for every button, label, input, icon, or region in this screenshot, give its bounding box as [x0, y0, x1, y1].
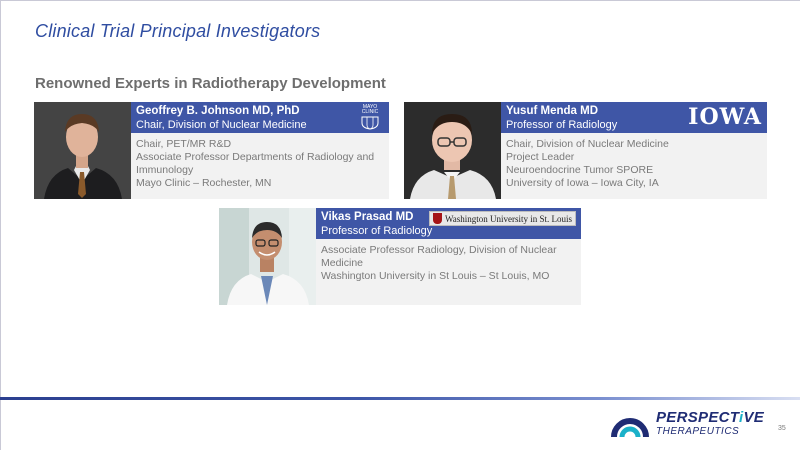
investigator-photo — [404, 102, 501, 199]
detail-line: Associate Professor Departments of Radio… — [136, 151, 375, 163]
brand-subtitle: THERAPEUTICS — [656, 426, 740, 437]
investigator-name: Geoffrey B. Johnson MD, PhD — [136, 105, 300, 117]
brand-name: PERSPECTiVE — [656, 409, 765, 426]
mayo-clinic-shield-icon — [361, 116, 379, 130]
investigator-card-menda: Yusuf Menda MD Professor of Radiology IO… — [404, 102, 767, 199]
washu-shield-icon — [432, 213, 442, 224]
washu-logo-text: Washington University in St. Louis — [444, 213, 572, 224]
investigator-header: Vikas Prasad MD Professor of Radiology W… — [316, 208, 581, 239]
footer-divider — [0, 397, 800, 400]
detail-line: Chair, PET/MR R&D — [136, 138, 232, 150]
detail-line: Medicine — [321, 257, 364, 269]
washington-university-logo: Washington University in St. Louis — [428, 211, 576, 226]
perspective-therapeutics-logo: PERSPECTiVE THERAPEUTICS — [610, 407, 780, 439]
investigator-details: Chair, Division of Nuclear Medicine Proj… — [501, 133, 767, 199]
investigator-card-prasad: Vikas Prasad MD Professor of Radiology W… — [219, 208, 581, 305]
investigator-photo — [34, 102, 131, 199]
detail-line: Associate Professor Radiology, Division … — [321, 244, 557, 256]
perspective-mark-icon — [611, 418, 649, 438]
investigator-header: Yusuf Menda MD Professor of Radiology IO… — [501, 102, 767, 133]
detail-line: University of Iowa – Iowa City, IA — [506, 177, 659, 189]
investigator-header: Geoffrey B. Johnson MD, PhD Chair, Divis… — [131, 102, 389, 133]
mayo-clinic-logo: MAYO CLINIC — [359, 105, 381, 132]
slide-subtitle: Renowned Experts in Radiotherapy Develop… — [35, 75, 386, 92]
detail-line: Mayo Clinic – Rochester, MN — [136, 177, 272, 189]
detail-line: Chair, Division of Nuclear Medicine — [506, 138, 669, 150]
investigator-card-johnson: Geoffrey B. Johnson MD, PhD Chair, Divis… — [34, 102, 389, 199]
detail-line: Neuroendocrine Tumor SPORE — [506, 164, 654, 176]
detail-line: Project Leader — [506, 151, 575, 163]
logo-text-line2: CLINIC — [361, 109, 379, 115]
investigator-details: Chair, PET/MR R&D Associate Professor De… — [131, 133, 389, 199]
investigator-details: Associate Professor Radiology, Division … — [316, 239, 581, 305]
detail-line: Immunology — [136, 164, 194, 176]
investigator-title: Professor of Radiology — [321, 225, 433, 237]
investigator-photo — [219, 208, 316, 305]
slide-title: Clinical Trial Principal Investigators — [35, 21, 321, 41]
university-of-iowa-logo: IOWA — [688, 104, 762, 130]
page-number: 35 — [778, 425, 786, 432]
detail-line: Washington University in St Louis – St L… — [321, 270, 550, 282]
investigator-title: Chair, Division of Nuclear Medicine — [136, 119, 307, 131]
